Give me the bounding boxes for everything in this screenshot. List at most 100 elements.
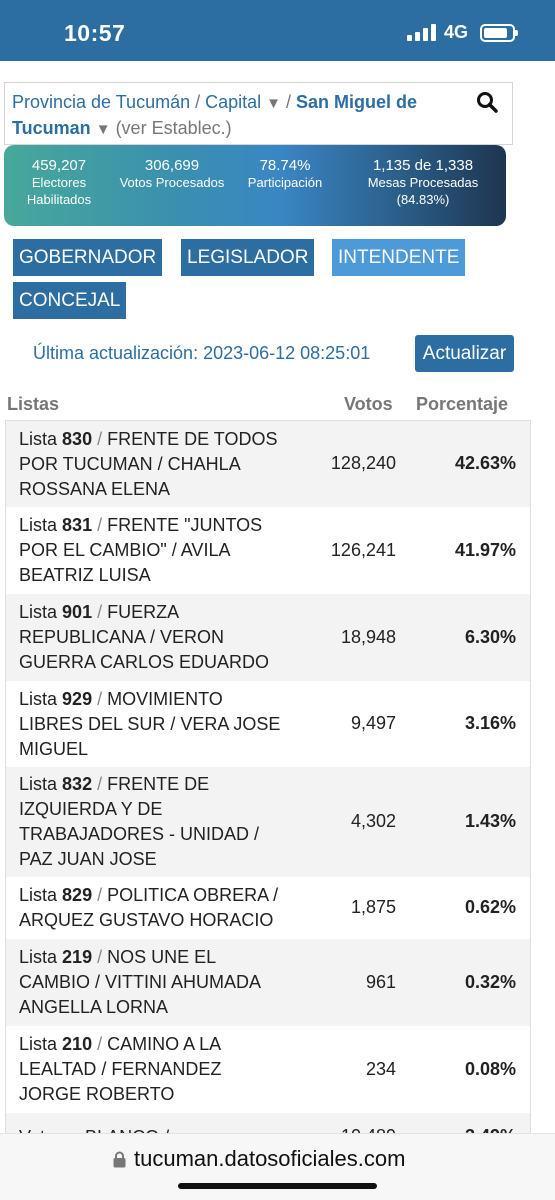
results-table: Lista 830 / FRENTE DE TODOS POR TUCUMAN /… <box>5 420 531 1135</box>
header-porcentaje: Porcentaje <box>416 394 509 414</box>
list-name-line: POR TUCUMAN / CHAHLA <box>19 454 241 474</box>
breadcrumb-city-cont[interactable]: Tucuman <box>12 118 91 138</box>
header-votos: Votos <box>344 394 393 414</box>
list-name: Lista 219 / NOS UNE EL CAMBIO / VITTINI A… <box>19 947 262 1017</box>
browser-url-bar[interactable]: tucuman.datosoficiales.com <box>0 1133 555 1200</box>
table-row: Voto en BLANCO /10,4893.49% <box>6 1113 530 1134</box>
list-percent: 1.43% <box>464 811 516 831</box>
list-label: Lista <box>19 774 58 794</box>
list-number: 829 <box>62 885 93 905</box>
search-icon[interactable] <box>476 91 498 113</box>
table-row: Lista 219 / NOS UNE EL CAMBIO / VITTINI A… <box>6 939 530 1026</box>
list-number: 832 <box>62 774 93 794</box>
list-name-line: MIGUEL <box>19 739 89 759</box>
breadcrumb-separator: / <box>281 92 297 112</box>
list-name-line: TRABAJADORES - UNIDAD / <box>19 824 260 844</box>
list-name: Lista 929 / MOVIMIENTO LIBRES DEL SUR / V… <box>19 689 281 759</box>
breadcrumb-city[interactable]: San Miguel de <box>296 92 417 112</box>
breadcrumb-department[interactable]: Capital <box>205 92 261 112</box>
list-label: Lista <box>19 689 58 709</box>
list-name-line: FUERZA <box>107 602 180 622</box>
status-indicators: 4G <box>406 22 518 43</box>
list-name: Lista 829 / POLITICA OBRERA / ARQUEZ GUST… <box>19 885 279 930</box>
stat-value: 459,207 <box>31 157 87 174</box>
list-percent: 6.30% <box>464 627 516 647</box>
stat-label: (84.83%) <box>396 192 450 207</box>
list-label: Lista <box>19 429 58 449</box>
network-type: 4G <box>443 22 468 42</box>
list-number: 901 <box>62 602 93 622</box>
stat-mesas: 1,135 de 1,338 Mesas Procesadas (84.83%) <box>340 145 506 226</box>
list-name: Lista 210 / CAMINO A LA LEALTAD / FERNAND… <box>19 1034 222 1104</box>
list-name-line: REPUBLICANA / VERON <box>19 627 225 647</box>
url[interactable]: tucuman.datosoficiales.com <box>113 1146 405 1172</box>
list-name-line: PAZ JUAN JOSE <box>19 849 157 869</box>
battery-icon <box>480 23 518 42</box>
list-votes: 1,875 <box>350 897 396 917</box>
refresh-button[interactable]: Actualizar <box>415 335 514 372</box>
list-name-line: FRENTE DE <box>107 774 210 794</box>
stat-label: Mesas Procesadas <box>367 175 479 190</box>
breadcrumb: Provincia de Tucumán / Capital ▼ / San M… <box>4 82 513 145</box>
tab-intendente[interactable]: INTENDENTE <box>332 239 466 276</box>
list-name-line: ROSSANA ELENA <box>19 479 171 499</box>
home-indicator[interactable] <box>178 1183 377 1189</box>
table-row: Lista 831 / FRENTE "JUNTOS POR EL CAMBIO"… <box>6 507 530 594</box>
list-label: Lista <box>19 1034 58 1054</box>
stat-value: 78.74% <box>259 157 311 174</box>
chevron-down-icon[interactable]: ▼ <box>266 95 281 112</box>
list-name-line: LEALTAD / FERNANDEZ <box>19 1059 222 1079</box>
list-name-line: GUERRA CARLOS EDUARDO <box>19 652 270 672</box>
stat-label: Votos Procesados <box>119 175 225 190</box>
list-number: 830 <box>62 429 93 449</box>
list-votes: 234 <box>365 1059 396 1079</box>
list-name: Lista 830 / FRENTE DE TODOS POR TUCUMAN /… <box>19 429 278 499</box>
list-name-line: MOVIMIENTO <box>107 689 223 709</box>
list-name: Lista 831 / FRENTE "JUNTOS POR EL CAMBIO"… <box>19 515 263 585</box>
list-number: 831 <box>62 515 93 535</box>
list-votes: 126,241 <box>330 540 396 560</box>
table-row: Lista 929 / MOVIMIENTO LIBRES DEL SUR / V… <box>6 681 530 767</box>
list-votes: 9,497 <box>350 713 396 733</box>
stat-value: 1,135 de 1,338 <box>372 157 474 174</box>
establishments-link[interactable]: (ver Establec.) <box>116 118 232 138</box>
list-percent: 0.32% <box>464 972 516 992</box>
header-listas: Listas <box>7 394 60 414</box>
table-row: Lista 830 / FRENTE DE TODOS POR TUCUMAN /… <box>6 421 530 507</box>
list-percent: 0.62% <box>464 897 516 917</box>
list-name-line: BEATRIZ LUISA <box>19 565 151 585</box>
list-name-line: ANGELLA LORNA <box>19 997 169 1017</box>
breadcrumb-province[interactable]: Provincia de Tucumán <box>12 92 190 112</box>
lock-icon <box>113 1151 126 1167</box>
list-votes: 961 <box>365 972 396 992</box>
stat-participacion: 78.74% Participación <box>230 145 340 226</box>
list-label: Lista <box>19 885 58 905</box>
list-votes: 18,948 <box>340 627 396 647</box>
list-percent: 0.08% <box>464 1059 516 1079</box>
breadcrumb-separator: / <box>190 92 206 112</box>
stat-votos-procesados: 306,699 Votos Procesados <box>114 145 230 226</box>
tab-legislador[interactable]: LEGISLADOR <box>181 239 315 276</box>
list-percent: 42.63% <box>454 453 516 473</box>
chevron-down-icon[interactable]: ▼ <box>96 121 111 138</box>
stat-label: Habilitados <box>26 192 92 207</box>
stat-label: Participación <box>247 175 323 190</box>
list-name-line: IZQUIERDA Y DE <box>19 799 163 819</box>
list-name-line: FRENTE "JUNTOS <box>107 515 263 535</box>
tab-concejal[interactable]: CONCEJAL <box>13 282 127 319</box>
table-row: Lista 210 / CAMINO A LA LEALTAD / FERNAND… <box>6 1026 530 1113</box>
tab-gobernador[interactable]: GOBERNADOR <box>13 239 163 276</box>
list-label: Lista <box>19 602 58 622</box>
stat-value: 306,699 <box>144 157 200 174</box>
list-name-line: ARQUEZ GUSTAVO HORACIO <box>19 910 274 930</box>
list-number: 929 <box>62 689 93 709</box>
list-name-line: JORGE ROBERTO <box>19 1084 175 1104</box>
list-number: 210 <box>62 1034 93 1054</box>
list-name-line: CAMBIO / VITTINI AHUMADA <box>19 972 262 992</box>
list-votes: 128,240 <box>330 453 396 473</box>
list-name-line: POLITICA OBRERA / <box>107 885 279 905</box>
status-time: 10:57 <box>64 20 126 46</box>
list-number: 219 <box>62 947 93 967</box>
list-name-line: POR EL CAMBIO" / AVILA <box>19 540 231 560</box>
battery-level <box>484 27 507 38</box>
